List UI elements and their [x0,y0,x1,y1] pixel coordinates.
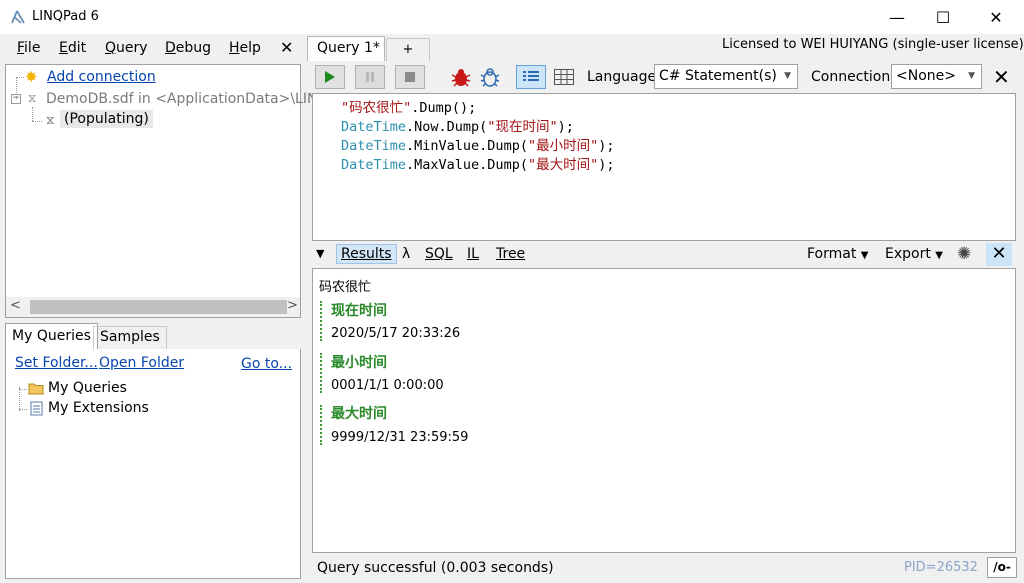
pause-icon [366,72,374,82]
code-line: DateTime.MaxValue.Dump("最大时间"); [341,157,615,173]
collapse-results-icon[interactable]: ▼ [316,247,324,260]
language-value: C# Statement(s) [659,68,777,84]
red-bug-icon[interactable] [450,67,472,87]
tab-samples[interactable]: Samples [93,326,167,349]
connection-value: <None> [896,68,956,84]
result-heading: 最大时间 [331,406,387,422]
tab-results[interactable]: Results [336,244,397,264]
tree-item-my-extensions[interactable]: My Extensions [48,400,149,416]
export-menu[interactable]: Export ▼ [885,246,943,262]
tab-tree[interactable]: Tree [496,246,525,262]
my-queries-panel: Set Folder... Open Folder Go to... My Qu… [5,349,301,579]
optimize-toggle-button[interactable]: /o- [987,557,1017,578]
spinner-icon[interactable]: ✺ [957,244,971,264]
result-heading: 最小时间 [331,355,387,371]
close-panel-button[interactable]: ✕ [280,38,293,57]
license-text: Licensed to WEI HUIYANG (single-user lic… [722,37,1024,52]
close-icon: ✕ [989,7,1003,27]
add-connection-link[interactable]: Add connection [47,69,156,85]
minimize-button[interactable]: — [874,0,920,34]
open-folder-link[interactable]: Open Folder [99,355,184,371]
chevron-down-icon: ▼ [860,250,869,261]
status-text: Query successful (0.003 seconds) [317,560,554,576]
chevron-down-icon: ▼ [968,71,975,81]
result-group-border [320,405,322,445]
code-line: "码农很忙".Dump(); [341,100,477,116]
results-panel: 码农很忙 现在时间 2020/5/17 20:33:26 最小时间 0001/1… [312,268,1016,553]
result-group-border [320,353,322,393]
tab-sql[interactable]: SQL [425,246,453,262]
result-heading: 现在时间 [331,303,387,319]
db-connection-item[interactable]: DemoDB.sdf in <ApplicationData>\LIN [46,91,317,107]
play-icon [325,71,335,83]
tab-my-queries[interactable]: My Queries [5,323,98,350]
maximize-icon: ☐ [935,7,951,27]
pause-button[interactable] [355,65,385,89]
format-menu[interactable]: Format ▼ [807,246,869,262]
code-line: DateTime.Now.Dump("现在时间"); [341,119,574,135]
folder-icon [28,383,44,395]
add-connection-star-icon: ✸ [25,68,38,86]
grid-icon [554,69,574,85]
blue-bug-icon[interactable] [479,67,501,87]
result-value: 9999/12/31 23:59:59 [331,430,469,445]
left-tabs: My Queries Samples [5,323,301,350]
scroll-right-icon[interactable]: > [287,298,298,313]
extensions-file-icon [30,401,43,416]
horizontal-scrollbar[interactable]: < > [6,297,300,317]
list-view-icon [523,71,539,81]
process-id: PID=26532 [904,560,978,575]
collapse-icon[interactable]: − [11,94,21,104]
menu-help[interactable]: Help [229,40,261,56]
language-label: Language [587,69,657,85]
results-toolbar: ▼ Results λ SQL IL Tree Format ▼ Export … [312,242,1016,268]
result-string: 码农很忙 [319,280,372,295]
result-group-border [320,301,322,341]
menu-file[interactable]: File [17,40,40,56]
stop-icon [405,72,415,82]
result-value: 2020/5/17 20:33:26 [331,326,461,341]
scrollbar-thumb[interactable] [30,300,287,314]
code-editor[interactable]: "码农很忙".Dump(); DateTime.Now.Dump("现在时间")… [312,93,1016,241]
add-query-tab-button[interactable]: + [386,38,430,61]
stop-button[interactable] [395,65,425,89]
scroll-left-icon[interactable]: < [10,298,21,313]
connection-tree: ✸ Add connection − ⧖ DemoDB.sdf in <Appl… [5,64,317,318]
tab-il[interactable]: IL [467,246,479,262]
tab-query-1[interactable]: Query 1* [307,36,385,61]
window-title: LINQPad 6 [32,9,99,24]
close-window-button[interactable]: ✕ [973,0,1019,34]
linqpad-logo-icon [11,10,25,24]
title-bar: LINQPad 6 — ☐ ✕ [0,0,1024,34]
minimize-icon: — [889,7,905,27]
language-select[interactable]: C# Statement(s) ▼ [654,64,798,89]
tree-item-my-queries[interactable]: My Queries [48,380,127,396]
code-line: DateTime.MinValue.Dump("最小时间"); [341,138,615,154]
tab-lambda[interactable]: λ [402,246,410,262]
menu-bar: File Edit Query Debug Help ✕ [0,34,306,62]
close-results-button[interactable]: ✕ [986,243,1012,266]
close-query-button[interactable]: ✕ [993,65,1010,89]
rich-text-results-button[interactable] [516,65,546,89]
hourglass-icon: ⧖ [46,113,55,127]
status-bar: Query successful (0.003 seconds) PID=265… [307,555,1024,581]
run-button[interactable] [315,65,345,89]
goto-link[interactable]: Go to... [241,356,292,372]
populating-item[interactable]: (Populating) [60,110,153,128]
result-value: 0001/1/1 0:00:00 [331,378,444,393]
hourglass-icon: ⧖ [28,91,37,105]
connection-label: Connection [811,69,891,85]
connection-select[interactable]: <None> ▼ [891,64,982,89]
menu-edit[interactable]: Edit [59,40,86,56]
menu-debug[interactable]: Debug [165,40,211,56]
query-toolbar: Language C# Statement(s) ▼ Connection <N… [307,61,1024,93]
grid-results-button[interactable] [549,65,579,89]
maximize-button[interactable]: ☐ [920,0,966,34]
chevron-down-icon: ▼ [935,250,943,261]
set-folder-link[interactable]: Set Folder... [15,355,98,371]
chevron-down-icon: ▼ [784,71,791,81]
menu-query[interactable]: Query [105,40,148,56]
